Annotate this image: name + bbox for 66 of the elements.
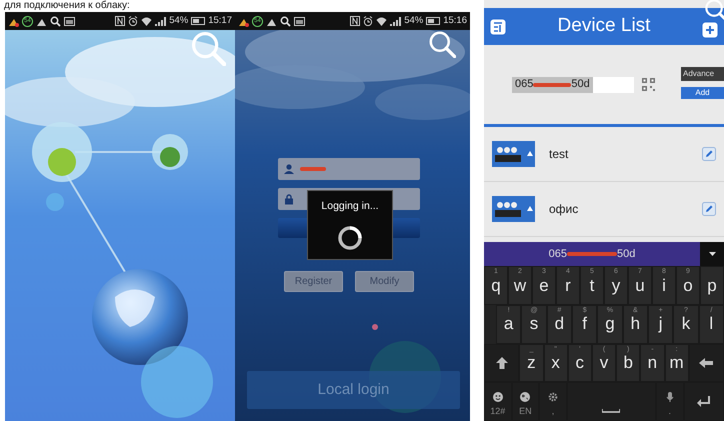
add-icon[interactable] bbox=[702, 22, 718, 38]
dvr-camera-icon bbox=[492, 141, 535, 167]
battery-percent: 54% bbox=[169, 14, 188, 28]
dialog-title: Logging in... bbox=[321, 199, 379, 214]
battery-percent: 54% bbox=[404, 14, 424, 28]
gear-key[interactable]: , bbox=[539, 382, 567, 421]
shift-key[interactable] bbox=[484, 344, 520, 382]
backspace-icon bbox=[699, 358, 714, 368]
space-icon bbox=[602, 408, 620, 413]
emoji-key[interactable]: 12# bbox=[484, 382, 512, 421]
battery-icon bbox=[191, 16, 206, 26]
globe-icon bbox=[520, 392, 530, 402]
enter-key[interactable] bbox=[684, 382, 724, 421]
dropdown-icon[interactable] bbox=[708, 252, 716, 256]
caption-text: для подключения к облаку: bbox=[4, 0, 130, 12]
header-title: Device List bbox=[558, 14, 650, 38]
device-row[interactable]: test bbox=[484, 127, 724, 182]
device-row[interactable]: офис bbox=[484, 182, 724, 237]
id-text: 50d bbox=[571, 77, 590, 92]
smiley-icon bbox=[492, 392, 503, 402]
key-label: EN bbox=[518, 404, 533, 418]
edit-icon[interactable] bbox=[702, 202, 716, 216]
wifi-icon bbox=[376, 16, 388, 26]
suggestion-text: 50d bbox=[617, 246, 636, 262]
mic-key[interactable]: . bbox=[656, 382, 684, 421]
dvr-camera-icon bbox=[492, 196, 535, 222]
shift-icon bbox=[496, 356, 508, 369]
key-label: , bbox=[550, 404, 556, 418]
wifi-icon bbox=[141, 16, 152, 26]
signal-icon bbox=[390, 16, 402, 26]
edit-icon[interactable] bbox=[702, 147, 716, 161]
enter-icon bbox=[697, 396, 710, 408]
battery-icon bbox=[426, 16, 440, 26]
lock-icon bbox=[284, 194, 294, 204]
search-icon[interactable] bbox=[704, 0, 724, 22]
search-icon bbox=[280, 16, 291, 26]
search-icon bbox=[50, 16, 61, 26]
advanced-button[interactable]: Advance bbox=[681, 67, 724, 81]
suggestion-text: 065 bbox=[548, 246, 567, 262]
clock-time: 15:17 bbox=[208, 14, 232, 28]
alarm-icon bbox=[363, 16, 374, 26]
qr-code-icon[interactable] bbox=[642, 78, 655, 91]
device-id-field[interactable]: 065 50d bbox=[512, 76, 634, 92]
microphone-icon bbox=[666, 392, 674, 402]
add-button[interactable]: Add bbox=[681, 87, 724, 99]
key-label: . bbox=[668, 404, 672, 418]
nfc-icon bbox=[350, 16, 360, 26]
nfc-icon bbox=[115, 16, 126, 26]
spinner-icon bbox=[337, 224, 363, 251]
picture-icon bbox=[294, 16, 305, 26]
device-name: test bbox=[549, 146, 570, 163]
key-label: 12# bbox=[489, 404, 506, 418]
menu-icon[interactable] bbox=[490, 18, 506, 34]
clock-time: 15:16 bbox=[443, 14, 467, 28]
search-icon[interactable] bbox=[428, 30, 456, 58]
letter-key[interactable]: p bbox=[700, 266, 724, 305]
user-icon bbox=[284, 164, 294, 174]
alarm-icon bbox=[128, 16, 138, 26]
signal-icon bbox=[155, 16, 166, 26]
id-text: 065 bbox=[515, 77, 534, 92]
backspace-key[interactable] bbox=[688, 344, 724, 382]
picture-icon bbox=[64, 16, 75, 26]
username-field[interactable] bbox=[278, 158, 420, 180]
device-name: офис bbox=[549, 201, 580, 218]
globe-key[interactable]: EN bbox=[512, 382, 540, 421]
gear-icon bbox=[548, 392, 558, 402]
